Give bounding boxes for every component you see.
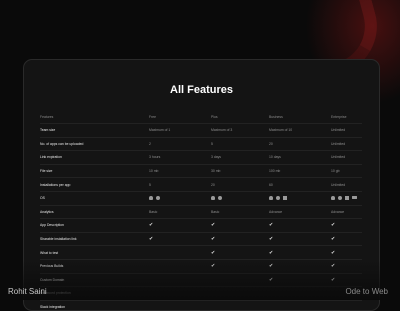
header-plus: Plus xyxy=(211,114,218,119)
check-icon: ✔ xyxy=(211,249,216,256)
table-row: Analytics Basic Basic Advance Advance xyxy=(40,206,362,220)
web-icon xyxy=(352,196,357,200)
check-icon: ✔ xyxy=(331,249,336,256)
header-features: Features xyxy=(40,114,54,119)
feature-name: Slack integration xyxy=(40,305,66,310)
cell: Basic xyxy=(211,209,220,214)
cell: 20 xyxy=(211,182,215,187)
check-icon: ✔ xyxy=(331,236,336,243)
table-header: Features Free Plus Business Enterprise xyxy=(40,110,362,124)
cell: Maximum of 1 xyxy=(149,128,171,133)
brand-name: Ode to Web xyxy=(345,287,388,296)
apple-icon xyxy=(276,195,280,200)
feature-name: Team size xyxy=(40,128,56,133)
header-enterprise: Enterprise xyxy=(331,114,347,119)
os-icons-free xyxy=(149,195,160,200)
cell: 5 xyxy=(211,141,213,146)
cell: Maximum of 3 xyxy=(211,128,233,133)
table-row: Sharable installation link ✔ ✔ ✔ ✔ xyxy=(40,233,362,247)
android-icon xyxy=(149,195,153,200)
os-icons-plus xyxy=(211,195,222,200)
feature-name: File size xyxy=(40,169,53,174)
apple-icon xyxy=(218,195,222,200)
feature-name: No. of apps can be uploaded xyxy=(40,141,84,146)
author-name: Rohit Saini xyxy=(8,287,47,296)
check-icon: ✔ xyxy=(269,249,274,256)
feature-name: OS xyxy=(40,196,45,201)
check-icon: ✔ xyxy=(211,236,216,243)
cell: Unlimited xyxy=(331,128,346,133)
windows-icon xyxy=(345,195,349,200)
header-free: Free xyxy=(149,114,156,119)
table-row: Link expiration 3 hours 3 days 10 days U… xyxy=(40,151,362,165)
cell: Advance xyxy=(269,209,283,214)
cell: Unlimited xyxy=(331,155,346,160)
cell: Maximum of 10 xyxy=(269,128,293,133)
os-icons-business xyxy=(269,195,287,200)
cell: Unlimited xyxy=(331,141,346,146)
cell: 20 xyxy=(269,141,273,146)
check-icon: ✔ xyxy=(211,222,216,229)
table-row: Team size Maximum of 1 Maximum of 3 Maxi… xyxy=(40,124,362,138)
check-icon: ✔ xyxy=(331,222,336,229)
check-icon: ✔ xyxy=(149,222,154,229)
check-icon: ✔ xyxy=(269,236,274,243)
table-row: Installations per app 5 20 60 Unlimited xyxy=(40,178,362,192)
cell: 60 xyxy=(269,182,273,187)
cell: 3 hours xyxy=(149,155,161,160)
bottom-fade xyxy=(0,260,400,300)
feature-name: Analytics xyxy=(40,209,54,214)
feature-name: Link expiration xyxy=(40,155,62,160)
table-row: App Description ✔ ✔ ✔ ✔ xyxy=(40,219,362,233)
cell: 5 xyxy=(149,182,151,187)
apple-icon xyxy=(156,195,160,200)
table-row-os: OS xyxy=(40,192,362,206)
table-row: Slack integration xyxy=(40,301,362,310)
android-icon xyxy=(331,195,335,200)
check-icon: ✔ xyxy=(269,222,274,229)
android-icon xyxy=(211,195,215,200)
windows-icon xyxy=(283,195,287,200)
cell: 30 mb xyxy=(211,169,221,174)
cell: Unlimited xyxy=(331,182,346,187)
check-icon: ✔ xyxy=(149,236,154,243)
page-title: All Features xyxy=(170,84,233,96)
header-business: Business xyxy=(269,114,283,119)
feature-name: What to test xyxy=(40,250,59,255)
feature-name: Installations per app xyxy=(40,182,71,187)
feature-name: App Description xyxy=(40,223,64,228)
cell: Advance xyxy=(331,209,345,214)
table-row: File size 10 mb 30 mb 100 mb 10 gb xyxy=(40,165,362,179)
android-icon xyxy=(269,195,273,200)
apple-icon xyxy=(338,195,342,200)
cell: 3 days xyxy=(211,155,221,160)
os-icons-enterprise xyxy=(331,195,357,200)
feature-name: Sharable installation link xyxy=(40,237,77,242)
cell: Basic xyxy=(149,209,158,214)
table-row: No. of apps can be uploaded 2 5 20 Unlim… xyxy=(40,138,362,152)
cell: 100 mb xyxy=(269,169,281,174)
cell: 10 mb xyxy=(149,169,159,174)
cell: 10 gb xyxy=(331,169,340,174)
cell: 2 xyxy=(149,141,151,146)
cell: 10 days xyxy=(269,155,281,160)
table-row: What to test ✔ ✔ ✔ xyxy=(40,246,362,260)
